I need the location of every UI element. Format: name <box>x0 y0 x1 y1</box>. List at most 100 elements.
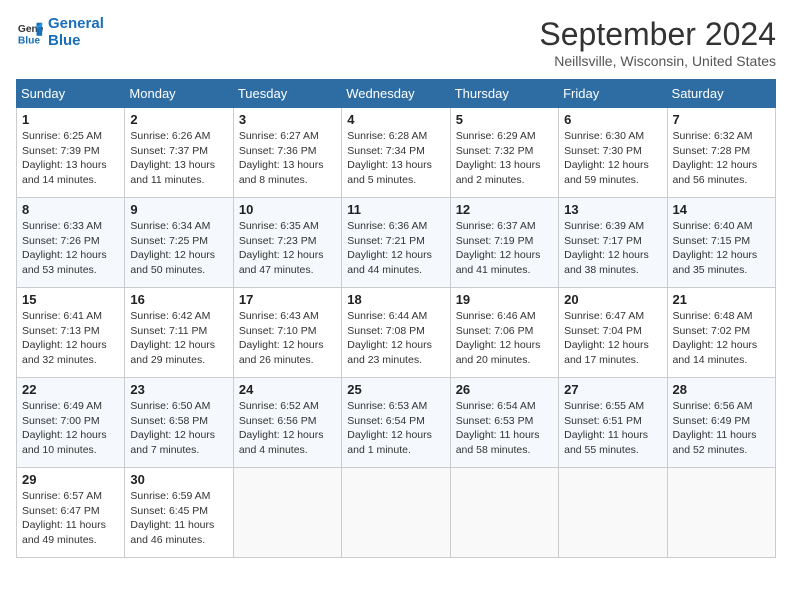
day-info: Sunrise: 6:39 AMSunset: 7:17 PMDaylight:… <box>564 219 661 278</box>
day-cell: 24 Sunrise: 6:52 AMSunset: 6:56 PMDayligh… <box>233 378 341 468</box>
weekday-header-monday: Monday <box>125 80 233 108</box>
day-number: 14 <box>673 202 770 217</box>
day-number: 22 <box>22 382 119 397</box>
weekday-header-sunday: Sunday <box>17 80 125 108</box>
day-info: Sunrise: 6:33 AMSunset: 7:26 PMDaylight:… <box>22 219 119 278</box>
day-number: 4 <box>347 112 444 127</box>
day-info: Sunrise: 6:28 AMSunset: 7:34 PMDaylight:… <box>347 129 444 188</box>
day-number: 24 <box>239 382 336 397</box>
day-cell: 14 Sunrise: 6:40 AMSunset: 7:15 PMDayligh… <box>667 198 775 288</box>
day-cell: 30Sunrise: 6:59 AMSunset: 6:45 PMDayligh… <box>125 468 233 558</box>
day-cell: 5Sunrise: 6:29 AMSunset: 7:32 PMDaylight… <box>450 108 558 198</box>
month-title: September 2024 <box>539 16 776 53</box>
day-cell: 1Sunrise: 6:25 AMSunset: 7:39 PMDaylight… <box>17 108 125 198</box>
day-info: Sunrise: 6:56 AMSunset: 6:49 PMDaylight:… <box>673 399 770 458</box>
day-number: 18 <box>347 292 444 307</box>
day-cell: 7 Sunrise: 6:32 AMSunset: 7:28 PMDaylight… <box>667 108 775 198</box>
day-number: 25 <box>347 382 444 397</box>
week-row-5: 29 Sunrise: 6:57 AMSunset: 6:47 PMDayligh… <box>17 468 776 558</box>
day-cell: 21Sunrise: 6:48 AMSunset: 7:02 PMDayligh… <box>667 288 775 378</box>
day-number: 6 <box>564 112 661 127</box>
day-cell: 28 Sunrise: 6:56 AMSunset: 6:49 PMDayligh… <box>667 378 775 468</box>
day-number: 9 <box>130 202 227 217</box>
day-number: 11 <box>347 202 444 217</box>
day-cell: 15Sunrise: 6:41 AMSunset: 7:13 PMDayligh… <box>17 288 125 378</box>
day-cell: 25Sunrise: 6:53 AMSunset: 6:54 PMDayligh… <box>342 378 450 468</box>
weekday-header-row: SundayMondayTuesdayWednesdayThursdayFrid… <box>17 80 776 108</box>
day-number: 1 <box>22 112 119 127</box>
day-number: 16 <box>130 292 227 307</box>
day-info: Sunrise: 6:42 AMSunset: 7:11 PMDaylight:… <box>130 309 227 368</box>
day-cell: 12 Sunrise: 6:37 AMSunset: 7:19 PMDayligh… <box>450 198 558 288</box>
weekday-header-saturday: Saturday <box>667 80 775 108</box>
day-info: Sunrise: 6:35 AMSunset: 7:23 PMDaylight:… <box>239 219 336 278</box>
calendar-table: SundayMondayTuesdayWednesdayThursdayFrid… <box>16 79 776 558</box>
day-number: 26 <box>456 382 553 397</box>
day-info: Sunrise: 6:29 AMSunset: 7:32 PMDaylight:… <box>456 129 553 188</box>
day-info: Sunrise: 6:26 AMSunset: 7:37 PMDaylight:… <box>130 129 227 188</box>
day-info: Sunrise: 6:37 AMSunset: 7:19 PMDaylight:… <box>456 219 553 278</box>
day-cell: 20 Sunrise: 6:47 AMSunset: 7:04 PMDayligh… <box>559 288 667 378</box>
logo-text: General Blue <box>48 16 104 49</box>
day-cell: 9 Sunrise: 6:34 AMSunset: 7:25 PMDaylight… <box>125 198 233 288</box>
day-number: 21 <box>673 292 770 307</box>
day-number: 7 <box>673 112 770 127</box>
day-info: Sunrise: 6:30 AMSunset: 7:30 PMDaylight:… <box>564 129 661 188</box>
day-info: Sunrise: 6:55 AMSunset: 6:51 PMDaylight:… <box>564 399 661 458</box>
weekday-header-wednesday: Wednesday <box>342 80 450 108</box>
day-cell: 19Sunrise: 6:46 AMSunset: 7:06 PMDayligh… <box>450 288 558 378</box>
day-cell: 18 Sunrise: 6:44 AMSunset: 7:08 PMDayligh… <box>342 288 450 378</box>
day-info: Sunrise: 6:32 AMSunset: 7:28 PMDaylight:… <box>673 129 770 188</box>
day-info: Sunrise: 6:40 AMSunset: 7:15 PMDaylight:… <box>673 219 770 278</box>
day-cell: 13 Sunrise: 6:39 AMSunset: 7:17 PMDayligh… <box>559 198 667 288</box>
day-cell <box>667 468 775 558</box>
day-number: 10 <box>239 202 336 217</box>
day-cell <box>342 468 450 558</box>
day-cell <box>559 468 667 558</box>
location: Neillsville, Wisconsin, United States <box>539 53 776 69</box>
day-cell: 2 Sunrise: 6:26 AMSunset: 7:37 PMDaylight… <box>125 108 233 198</box>
day-cell <box>233 468 341 558</box>
day-number: 29 <box>22 472 119 487</box>
day-info: Sunrise: 6:57 AMSunset: 6:47 PMDaylight:… <box>22 489 119 548</box>
logo: General Blue General Blue <box>16 16 104 49</box>
day-cell: 4 Sunrise: 6:28 AMSunset: 7:34 PMDaylight… <box>342 108 450 198</box>
day-cell: 27 Sunrise: 6:55 AMSunset: 6:51 PMDayligh… <box>559 378 667 468</box>
day-cell: 17 Sunrise: 6:43 AMSunset: 7:10 PMDayligh… <box>233 288 341 378</box>
day-info: Sunrise: 6:50 AMSunset: 6:58 PMDaylight:… <box>130 399 227 458</box>
day-number: 20 <box>564 292 661 307</box>
day-info: Sunrise: 6:49 AMSunset: 7:00 PMDaylight:… <box>22 399 119 458</box>
day-number: 12 <box>456 202 553 217</box>
day-cell: 11 Sunrise: 6:36 AMSunset: 7:21 PMDayligh… <box>342 198 450 288</box>
day-number: 28 <box>673 382 770 397</box>
day-cell: 6 Sunrise: 6:30 AMSunset: 7:30 PMDaylight… <box>559 108 667 198</box>
day-cell: 26Sunrise: 6:54 AMSunset: 6:53 PMDayligh… <box>450 378 558 468</box>
day-cell: 8Sunrise: 6:33 AMSunset: 7:26 PMDaylight… <box>17 198 125 288</box>
weekday-header-thursday: Thursday <box>450 80 558 108</box>
day-number: 17 <box>239 292 336 307</box>
week-row-4: 22 Sunrise: 6:49 AMSunset: 7:00 PMDayligh… <box>17 378 776 468</box>
day-cell <box>450 468 558 558</box>
weekday-header-tuesday: Tuesday <box>233 80 341 108</box>
day-number: 27 <box>564 382 661 397</box>
day-cell: 29 Sunrise: 6:57 AMSunset: 6:47 PMDayligh… <box>17 468 125 558</box>
day-info: Sunrise: 6:34 AMSunset: 7:25 PMDaylight:… <box>130 219 227 278</box>
page-header: General Blue General Blue September 2024… <box>16 16 776 69</box>
day-cell: 22 Sunrise: 6:49 AMSunset: 7:00 PMDayligh… <box>17 378 125 468</box>
week-row-2: 8Sunrise: 6:33 AMSunset: 7:26 PMDaylight… <box>17 198 776 288</box>
weekday-header-friday: Friday <box>559 80 667 108</box>
day-cell: 23 Sunrise: 6:50 AMSunset: 6:58 PMDayligh… <box>125 378 233 468</box>
day-number: 23 <box>130 382 227 397</box>
day-info: Sunrise: 6:52 AMSunset: 6:56 PMDaylight:… <box>239 399 336 458</box>
day-info: Sunrise: 6:47 AMSunset: 7:04 PMDaylight:… <box>564 309 661 368</box>
day-info: Sunrise: 6:43 AMSunset: 7:10 PMDaylight:… <box>239 309 336 368</box>
week-row-1: 1Sunrise: 6:25 AMSunset: 7:39 PMDaylight… <box>17 108 776 198</box>
day-cell: 10 Sunrise: 6:35 AMSunset: 7:23 PMDayligh… <box>233 198 341 288</box>
svg-text:Blue: Blue <box>18 35 41 46</box>
day-number: 3 <box>239 112 336 127</box>
day-info: Sunrise: 6:44 AMSunset: 7:08 PMDaylight:… <box>347 309 444 368</box>
day-info: Sunrise: 6:36 AMSunset: 7:21 PMDaylight:… <box>347 219 444 278</box>
day-info: Sunrise: 6:27 AMSunset: 7:36 PMDaylight:… <box>239 129 336 188</box>
day-number: 13 <box>564 202 661 217</box>
day-number: 2 <box>130 112 227 127</box>
